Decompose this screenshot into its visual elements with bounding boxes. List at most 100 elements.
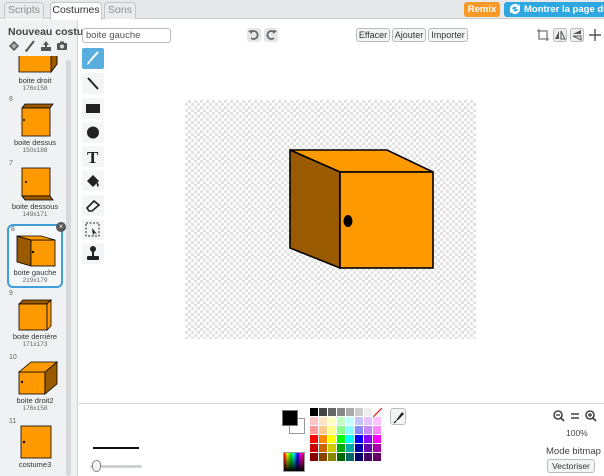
import-button[interactable]: Importer (428, 28, 468, 42)
add-button[interactable]: Ajouter (392, 28, 426, 42)
zoom-out-icon[interactable] (553, 410, 565, 422)
palette-color-swatch[interactable] (346, 453, 354, 461)
palette-color-swatch[interactable] (346, 435, 354, 443)
palette-color-swatch[interactable] (364, 453, 372, 461)
palette-color-swatch[interactable] (337, 426, 345, 434)
palette-color-swatch[interactable] (364, 435, 372, 443)
palette-color-swatch[interactable] (337, 417, 345, 425)
ellipse-icon (87, 126, 99, 139)
costume-item-selected[interactable]: 8 × boite gauche 219x179 (7, 222, 66, 288)
tab-sounds[interactable]: Sons (104, 2, 136, 19)
palette-color-swatch[interactable] (346, 426, 354, 434)
vectorize-button[interactable]: Vectoriser (547, 459, 595, 473)
palette-color-swatch[interactable] (355, 408, 363, 416)
stamp-tool[interactable] (82, 243, 104, 264)
palette-color-swatch[interactable] (310, 426, 318, 434)
camera-icon[interactable] (56, 40, 68, 52)
stroke-width-slider-knob[interactable] (92, 460, 101, 472)
palette-color-swatch[interactable] (337, 444, 345, 452)
stamp-icon (87, 246, 99, 260)
palette-color-swatch[interactable] (328, 435, 336, 443)
palette-color-swatch[interactable] (319, 435, 327, 443)
redo-button[interactable] (264, 28, 278, 42)
costume-list-scrollbar[interactable] (66, 60, 71, 476)
text-tool[interactable]: T (82, 146, 104, 167)
brush-tool[interactable] (82, 48, 104, 69)
costume-item[interactable]: 9 boite derrière 171x173 (7, 290, 63, 354)
eraser-tool[interactable] (82, 195, 104, 216)
palette-color-swatch[interactable] (310, 453, 318, 461)
select-tool[interactable] (82, 219, 104, 240)
palette-color-swatch[interactable] (373, 444, 381, 452)
costume-item[interactable]: 10 boite droit2 176x158 (7, 354, 63, 418)
show-project-page-button[interactable]: Montrer la page du p (504, 2, 604, 17)
costume-pane: Nouveau costume: boite droit 176x158 6 b… (0, 20, 102, 476)
primary-color-swatch[interactable] (282, 410, 298, 426)
palette-color-swatch[interactable] (355, 435, 363, 443)
upload-icon[interactable] (40, 40, 52, 52)
palette-color-swatch[interactable] (319, 453, 327, 461)
palette-color-swatch[interactable] (337, 408, 345, 416)
remix-button[interactable]: Remix (464, 2, 500, 17)
palette-color-swatch[interactable] (373, 435, 381, 443)
color-spectrum-picker[interactable] (283, 452, 305, 472)
palette-color-swatch[interactable] (337, 435, 345, 443)
costume-item[interactable]: 6 boite dessus 150x188 (7, 96, 63, 160)
palette-color-swatch[interactable] (346, 417, 354, 425)
clear-button[interactable]: Effacer (356, 28, 390, 42)
eyedropper-button[interactable] (390, 408, 406, 425)
eyedropper-icon (393, 412, 404, 424)
transparent-color-swatch[interactable] (372, 407, 383, 418)
fill-tool[interactable] (82, 170, 104, 191)
palette-color-swatch[interactable] (310, 444, 318, 452)
tab-scripts[interactable]: Scripts (4, 2, 44, 19)
palette-color-swatch[interactable] (319, 417, 327, 425)
palette-color-swatch[interactable] (328, 417, 336, 425)
costume-item[interactable]: boite droit 176x158 (7, 56, 63, 98)
zoom-in-icon[interactable] (585, 410, 597, 422)
palette-color-swatch[interactable] (337, 453, 345, 461)
palette-color-swatch[interactable] (364, 408, 372, 416)
costume-item[interactable]: 7 boite dessous 149x171 (7, 160, 63, 224)
set-center-icon[interactable] (588, 28, 602, 42)
palette-color-swatch[interactable] (355, 453, 363, 461)
palette-color-swatch[interactable] (319, 408, 327, 416)
flip-horizontal-icon[interactable] (553, 28, 567, 42)
ellipse-tool[interactable] (82, 122, 104, 143)
zoom-reset-icon[interactable] (569, 410, 581, 422)
palette-color-swatch[interactable] (355, 417, 363, 425)
costume-list: boite droit 176x158 6 boite dessus 150x1… (0, 56, 66, 476)
palette-color-swatch[interactable] (328, 426, 336, 434)
palette-color-swatch[interactable] (346, 444, 354, 452)
palette-color-swatch[interactable] (310, 408, 318, 416)
palette-color-swatch[interactable] (328, 408, 336, 416)
palette-color-swatch[interactable] (355, 444, 363, 452)
palette-color-swatch[interactable] (373, 453, 381, 461)
flip-vertical-icon[interactable] (570, 28, 584, 42)
palette-color-swatch[interactable] (364, 426, 372, 434)
palette-color-swatch[interactable] (319, 444, 327, 452)
palette-color-swatch[interactable] (328, 453, 336, 461)
paint-brush-icon[interactable] (24, 40, 36, 52)
palette-color-swatch[interactable] (373, 426, 381, 434)
costume-name-input[interactable] (82, 28, 171, 43)
tab-costumes[interactable]: Costumes (50, 2, 102, 20)
palette-color-swatch[interactable] (346, 408, 354, 416)
color-palette (310, 408, 381, 461)
costume-thumbnail (18, 56, 58, 74)
drawing-canvas[interactable] (185, 100, 476, 339)
palette-color-swatch[interactable] (364, 417, 372, 425)
rectangle-tool[interactable] (82, 98, 104, 119)
palette-color-swatch[interactable] (310, 417, 318, 425)
palette-color-swatch[interactable] (373, 417, 381, 425)
palette-color-swatch[interactable] (319, 426, 327, 434)
undo-button[interactable] (247, 28, 261, 42)
palette-color-swatch[interactable] (355, 426, 363, 434)
palette-color-swatch[interactable] (310, 435, 318, 443)
crop-icon[interactable] (536, 28, 550, 42)
palette-color-swatch[interactable] (364, 444, 372, 452)
costume-item[interactable]: 11 costume3 (7, 418, 63, 476)
line-tool[interactable] (82, 73, 104, 94)
palette-color-swatch[interactable] (328, 444, 336, 452)
paint-from-library-icon[interactable] (8, 40, 20, 52)
